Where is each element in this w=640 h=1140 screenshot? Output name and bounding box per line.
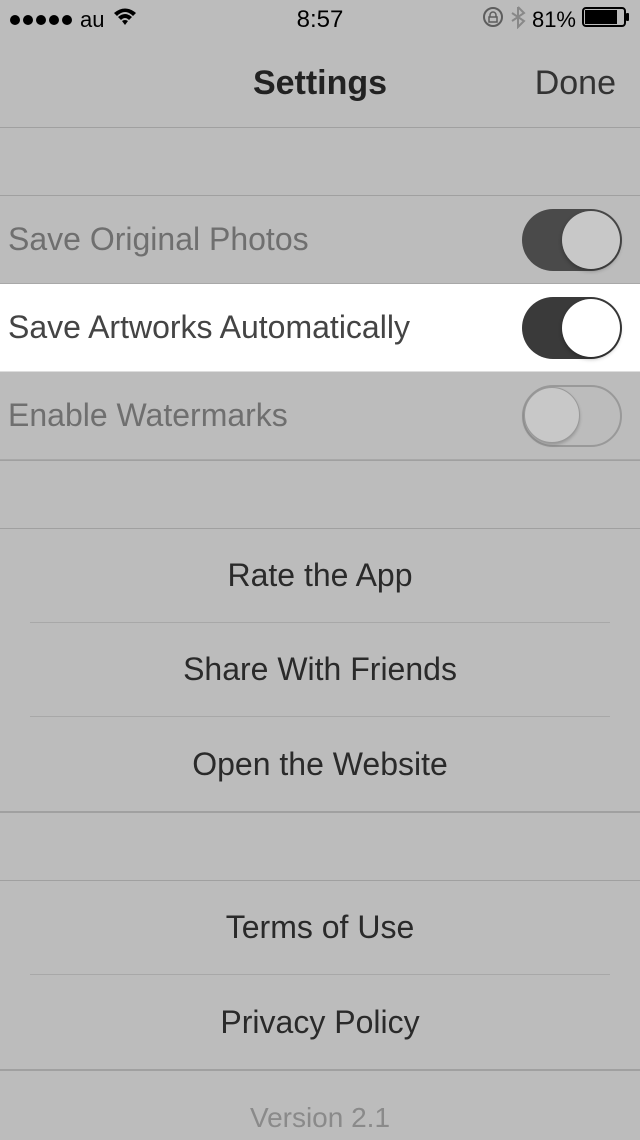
rate-app-button[interactable]: Rate the App bbox=[30, 529, 610, 623]
toggle-knob bbox=[562, 299, 620, 357]
row-enable-watermarks: Enable Watermarks bbox=[0, 372, 640, 460]
terms-of-use-button[interactable]: Terms of Use bbox=[30, 881, 610, 975]
clock: 8:57 bbox=[297, 6, 344, 34]
section-spacer bbox=[0, 812, 640, 880]
wifi-icon bbox=[112, 7, 138, 33]
toggle-knob bbox=[524, 387, 580, 443]
row-label: Save Artworks Automatically bbox=[8, 309, 522, 346]
action-label: Privacy Policy bbox=[220, 1004, 419, 1041]
status-right: 81% bbox=[482, 5, 630, 35]
toggle-save-original-photos[interactable] bbox=[522, 209, 622, 271]
bluetooth-icon bbox=[510, 5, 526, 35]
status-bar: au 8:57 81% bbox=[0, 0, 640, 40]
status-left: au bbox=[10, 7, 138, 33]
action-label: Rate the App bbox=[227, 557, 412, 594]
row-label: Save Original Photos bbox=[8, 221, 522, 258]
row-save-original-photos: Save Original Photos bbox=[0, 196, 640, 284]
version-label: Version 2.1 bbox=[250, 1102, 390, 1134]
nav-bar: Settings Done bbox=[0, 40, 640, 128]
action-label: Open the Website bbox=[192, 746, 448, 783]
battery-icon bbox=[582, 6, 630, 34]
page-title: Settings bbox=[253, 64, 387, 103]
section-spacer bbox=[0, 460, 640, 528]
done-button[interactable]: Done bbox=[535, 64, 616, 103]
toggle-enable-watermarks[interactable] bbox=[522, 385, 622, 447]
action-label: Share With Friends bbox=[183, 651, 457, 688]
signal-strength-icon bbox=[10, 15, 72, 25]
toggle-knob bbox=[562, 211, 620, 269]
carrier-label: au bbox=[80, 7, 104, 33]
open-website-button[interactable]: Open the Website bbox=[30, 717, 610, 811]
share-with-friends-button[interactable]: Share With Friends bbox=[30, 623, 610, 717]
action-label: Terms of Use bbox=[226, 909, 414, 946]
toggle-save-artworks-automatically[interactable] bbox=[522, 297, 622, 359]
orientation-lock-icon bbox=[482, 6, 504, 34]
actions-section-1: Rate the App Share With Friends Open the… bbox=[0, 528, 640, 812]
section-spacer bbox=[0, 128, 640, 196]
row-save-artworks-automatically: Save Artworks Automatically bbox=[0, 284, 640, 372]
row-label: Enable Watermarks bbox=[8, 397, 522, 434]
battery-percentage: 81% bbox=[532, 7, 576, 33]
footer: Version 2.1 bbox=[0, 1070, 640, 1140]
privacy-policy-button[interactable]: Privacy Policy bbox=[30, 975, 610, 1069]
actions-section-2: Terms of Use Privacy Policy bbox=[0, 880, 640, 1070]
